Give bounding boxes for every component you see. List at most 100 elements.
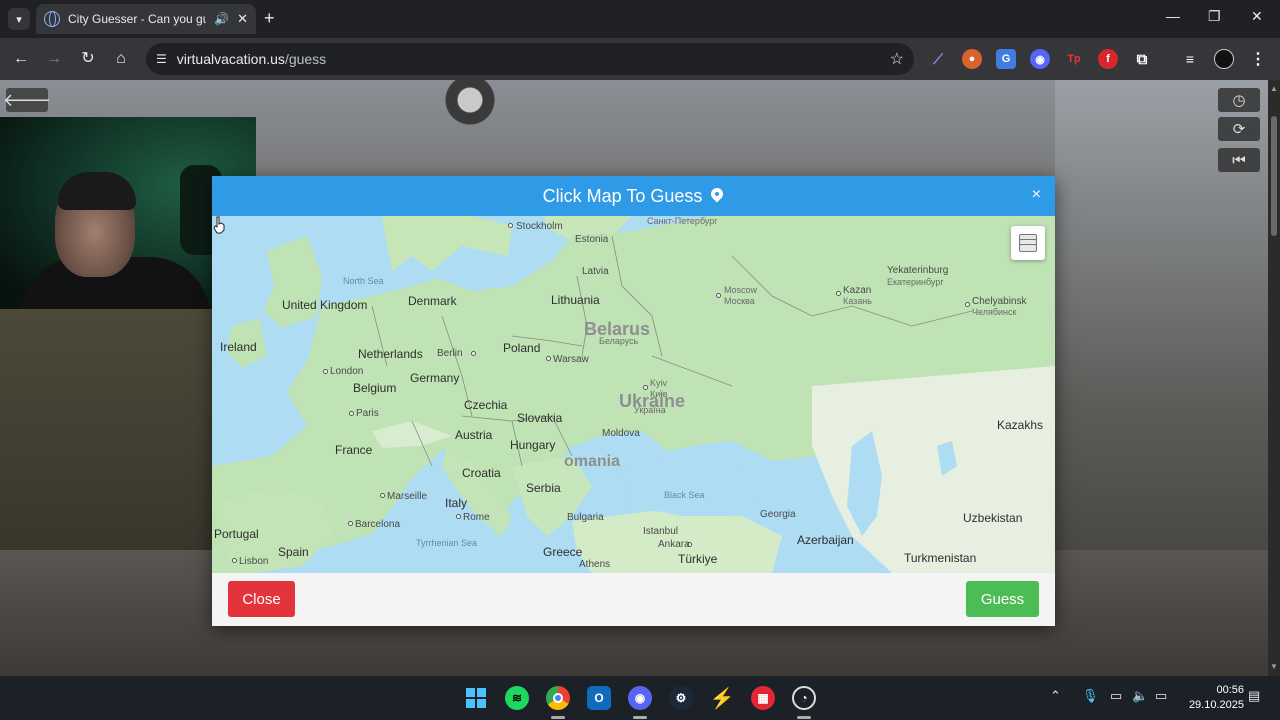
- feather-extension-icon[interactable]: ⟋: [928, 49, 948, 69]
- history-clock-icon[interactable]: ◷: [1218, 88, 1260, 112]
- label-portugal: Portugal: [214, 527, 259, 541]
- label-denmark: Denmark: [408, 294, 457, 308]
- map-layers-button[interactable]: [1011, 226, 1045, 260]
- translate-extension-icon[interactable]: G: [996, 49, 1016, 69]
- obs-icon[interactable]: ◔: [792, 686, 816, 710]
- label-croatia: Croatia: [462, 466, 501, 480]
- label-kyiv-cyrillic: Київ: [650, 389, 668, 399]
- streamer-hair: [58, 172, 136, 210]
- label-uzbekistan: Uzbekistan: [963, 511, 1023, 525]
- scroll-up-arrow-icon[interactable]: ▲: [1270, 84, 1278, 93]
- clock-time: 00:56: [1216, 684, 1244, 696]
- guess-button[interactable]: Guess: [966, 581, 1039, 617]
- label-ukraine-cyrillic: Україна: [634, 405, 666, 415]
- bookmark-star-icon[interactable]: ☆: [890, 49, 904, 69]
- home-icon[interactable]: ⌂: [110, 48, 132, 70]
- label-ankara: Ankara: [658, 539, 690, 550]
- windows-logo-icon: [466, 688, 486, 708]
- guess-map[interactable]: United Kingdom Ireland Denmark Netherlan…: [212, 216, 1055, 573]
- window-close-button[interactable]: ✕: [1251, 8, 1263, 25]
- volume-icon[interactable]: 🔈: [1132, 688, 1148, 704]
- close-button[interactable]: Close: [228, 581, 295, 617]
- refresh-icon[interactable]: ⟳: [1218, 117, 1260, 141]
- new-tab-button[interactable]: +: [264, 8, 275, 29]
- rewind-to-start-icon[interactable]: ⏮: [1218, 148, 1260, 172]
- scroll-down-arrow-icon[interactable]: ▼: [1270, 662, 1278, 671]
- label-moscow: Moscow: [724, 285, 758, 295]
- label-germany: Germany: [410, 371, 460, 385]
- label-tyrrhenian-sea: Tyrrhenian Sea: [416, 538, 478, 548]
- globe-icon: [44, 11, 60, 27]
- scroll-thumb[interactable]: [1271, 116, 1277, 236]
- label-chelyabinsk: Chelyabinsk: [972, 296, 1027, 307]
- chrome-icon[interactable]: [546, 686, 570, 710]
- label-chelyabinsk-cyrillic: Челябинск: [972, 307, 1017, 317]
- minimize-button[interactable]: —: [1166, 8, 1180, 24]
- chrome-active-indicator: [551, 716, 565, 719]
- street-lamp: [440, 80, 500, 160]
- tray-chevron-icon[interactable]: ⌃: [1050, 688, 1061, 704]
- extensions-puzzle-icon[interactable]: ⧉: [1132, 49, 1152, 69]
- label-kazan: Kazan: [843, 285, 872, 296]
- reload-icon[interactable]: ↻: [77, 48, 99, 70]
- battery-icon[interactable]: ▭: [1155, 688, 1167, 704]
- modal-footer: Close Guess: [212, 573, 1055, 626]
- profile-avatar-icon[interactable]: [1214, 49, 1234, 69]
- modal-close-icon[interactable]: ×: [1032, 186, 1041, 204]
- city-dot: [965, 302, 970, 307]
- clock-date: 29.10.2025: [1188, 699, 1244, 711]
- discord-extension-icon[interactable]: ◉: [1030, 49, 1050, 69]
- outlook-icon[interactable]: O: [587, 686, 611, 710]
- tab-title: City Guesser - Can you gue: [68, 12, 206, 26]
- label-estonia: Estonia: [575, 234, 609, 245]
- fox-extension-icon[interactable]: ●: [962, 49, 982, 69]
- back-arrow-button[interactable]: 🡐: [3, 88, 51, 112]
- city-dot: [508, 223, 513, 228]
- media-control-icon[interactable]: ≡: [1180, 49, 1200, 69]
- spotify-icon[interactable]: ≋: [505, 686, 529, 710]
- menu-dots-icon[interactable]: ⋮: [1248, 49, 1268, 69]
- tab-city-guesser[interactable]: City Guesser - Can you gue 🔊 ✕: [36, 4, 256, 34]
- label-berlin: Berlin: [437, 348, 463, 359]
- discord-icon[interactable]: ◉: [628, 686, 652, 710]
- page-scrollbar[interactable]: ▲ ▼: [1268, 80, 1280, 676]
- maximize-button[interactable]: ❐: [1208, 8, 1221, 25]
- taskbar-clock[interactable]: 00:56 29.10.2025: [1180, 683, 1244, 713]
- microphone-icon[interactable]: 🎙: [1082, 688, 1099, 704]
- tp-extension-icon[interactable]: Tp: [1064, 49, 1084, 69]
- city-dot: [471, 351, 476, 356]
- site-info-icon[interactable]: ☰: [156, 52, 167, 66]
- record-app-icon[interactable]: ▦: [751, 686, 775, 710]
- label-spain: Spain: [278, 545, 309, 559]
- badge-extension-icon[interactable]: f: [1098, 49, 1118, 69]
- label-georgia: Georgia: [760, 509, 796, 520]
- address-bar[interactable]: ☰ virtualvacation.us/guess ☆: [146, 43, 914, 75]
- windows-start-icon[interactable]: [464, 686, 488, 710]
- flash-app-icon[interactable]: ⚡: [710, 686, 735, 710]
- forward-arrow-icon[interactable]: →: [43, 48, 65, 70]
- label-paris: Paris: [356, 408, 379, 419]
- url-host: virtualvacation.us: [176, 51, 285, 67]
- network-icon[interactable]: ▭: [1110, 688, 1122, 704]
- label-stockholm: Stockholm: [516, 221, 563, 232]
- notification-icon[interactable]: ▤: [1248, 688, 1260, 704]
- city-dot: [716, 293, 721, 298]
- city-dot: [836, 291, 841, 296]
- back-arrow-icon[interactable]: ←: [10, 48, 32, 70]
- city-dot: [323, 369, 328, 374]
- hand-cursor-icon: [213, 216, 225, 234]
- label-yekaterinburg: Yekaterinburg: [887, 265, 949, 276]
- tab-search-button[interactable]: ▾: [8, 8, 30, 30]
- tab-close-icon[interactable]: ✕: [237, 11, 248, 27]
- url-text[interactable]: virtualvacation.us/guess: [177, 51, 326, 67]
- label-turkmenistan: Turkmenistan: [904, 551, 977, 565]
- steam-icon[interactable]: ⚙: [669, 686, 693, 710]
- chrome-center: [553, 693, 563, 703]
- label-istanbul: Istanbul: [643, 526, 679, 537]
- label-united-kingdom: United Kingdom: [282, 298, 368, 312]
- label-north-sea: North Sea: [343, 276, 384, 286]
- label-hungary: Hungary: [510, 438, 556, 452]
- obs-active-indicator: [797, 716, 811, 719]
- speaker-icon[interactable]: 🔊: [214, 12, 229, 26]
- label-france: France: [335, 443, 373, 457]
